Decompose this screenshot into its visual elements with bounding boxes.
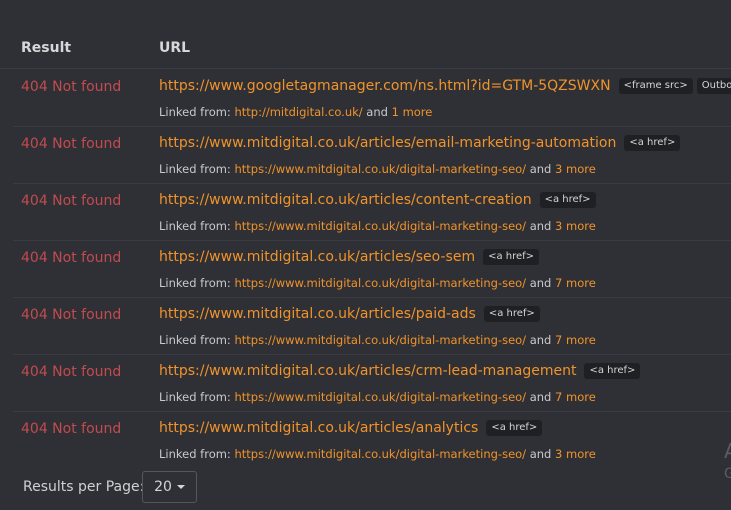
linked-from-link[interactable]: http://mitdigital.co.uk/ <box>234 105 362 119</box>
url-line: https://www.googletagmanager.com/ns.html… <box>159 78 731 94</box>
url-column-header: URL <box>159 40 191 56</box>
linked-from-label: Linked from: <box>159 105 231 119</box>
linked-from: Linked from: https://www.mitdigital.co.u… <box>159 162 596 176</box>
and-text: and <box>529 390 552 404</box>
and-text: and <box>366 105 388 119</box>
and-text: and <box>529 162 552 176</box>
result-status: 404 Not found <box>21 307 122 323</box>
results-per-page-value: 20 <box>154 479 172 495</box>
linked-from-label: Linked from: <box>159 276 231 290</box>
source-type-tag: <a href> <box>486 420 543 436</box>
linked-from-link[interactable]: https://www.mitdigital.co.uk/digital-mar… <box>234 333 526 347</box>
link-report-panel: Result URL 404 Not found https://www.goo… <box>0 0 731 510</box>
linked-from-label: Linked from: <box>159 162 231 176</box>
result-status: 404 Not found <box>21 79 122 95</box>
url-link[interactable]: https://www.mitdigital.co.uk/articles/em… <box>159 135 616 151</box>
results-per-page-select[interactable]: 20 <box>142 471 197 503</box>
table-row: 404 Not found https://www.mitdigital.co.… <box>13 241 731 298</box>
linked-from: Linked from: https://www.mitdigital.co.u… <box>159 333 596 347</box>
table-header: Result URL <box>0 38 731 69</box>
more-link[interactable]: 7 more <box>555 390 596 404</box>
more-link[interactable]: 7 more <box>555 276 596 290</box>
linked-from-label: Linked from: <box>159 333 231 347</box>
url-link[interactable]: https://www.mitdigital.co.uk/articles/se… <box>159 249 475 265</box>
linked-from-link[interactable]: https://www.mitdigital.co.uk/digital-mar… <box>234 219 526 233</box>
result-status: 404 Not found <box>21 250 122 266</box>
linked-from: Linked from: https://www.mitdigital.co.u… <box>159 447 596 461</box>
source-type-tag: <a href> <box>624 135 681 151</box>
table-row: 404 Not found https://www.mitdigital.co.… <box>13 184 731 241</box>
outbound-tag: Outbound <box>696 78 731 94</box>
linked-from: Linked from: http://mitdigital.co.uk/ an… <box>159 105 432 119</box>
more-link[interactable]: 1 more <box>392 105 433 119</box>
result-status: 404 Not found <box>21 364 122 380</box>
and-text: and <box>529 276 552 290</box>
result-status: 404 Not found <box>21 136 122 152</box>
source-type-tag: <a href> <box>539 192 596 208</box>
url-line: https://www.mitdigital.co.uk/articles/em… <box>159 135 681 151</box>
linked-from: Linked from: https://www.mitdigital.co.u… <box>159 390 596 404</box>
table-row: 404 Not found https://www.mitdigital.co.… <box>13 355 731 412</box>
url-link[interactable]: https://www.mitdigital.co.uk/articles/co… <box>159 192 532 208</box>
url-line: https://www.mitdigital.co.uk/articles/an… <box>159 420 543 436</box>
more-link[interactable]: 7 more <box>555 333 596 347</box>
table-row: 404 Not found https://www.mitdigital.co.… <box>13 412 731 468</box>
url-line: https://www.mitdigital.co.uk/articles/cr… <box>159 363 641 379</box>
result-column-header: Result <box>21 40 72 56</box>
more-link[interactable]: 3 more <box>555 219 596 233</box>
linked-from: Linked from: https://www.mitdigital.co.u… <box>159 276 596 290</box>
source-type-tag: <a href> <box>483 306 540 322</box>
table-row: 404 Not found https://www.googletagmanag… <box>13 70 731 127</box>
clipped-edge-glyph-small: G <box>724 466 731 482</box>
linked-from-link[interactable]: https://www.mitdigital.co.uk/digital-mar… <box>234 390 526 404</box>
more-link[interactable]: 3 more <box>555 162 596 176</box>
and-text: and <box>529 219 552 233</box>
linked-from-link[interactable]: https://www.mitdigital.co.uk/digital-mar… <box>234 447 526 461</box>
and-text: and <box>529 333 552 347</box>
source-type-tag: <a href> <box>483 249 540 265</box>
url-link[interactable]: https://www.mitdigital.co.uk/articles/an… <box>159 420 478 436</box>
linked-from-label: Linked from: <box>159 219 231 233</box>
url-line: https://www.mitdigital.co.uk/articles/co… <box>159 192 596 208</box>
table-row: 404 Not found https://www.mitdigital.co.… <box>13 298 731 355</box>
result-status: 404 Not found <box>21 421 122 437</box>
url-line: https://www.mitdigital.co.uk/articles/se… <box>159 249 540 265</box>
results-per-page-label: Results per Page: <box>23 479 145 495</box>
linked-from-link[interactable]: https://www.mitdigital.co.uk/digital-mar… <box>234 162 526 176</box>
url-link[interactable]: https://www.mitdigital.co.uk/articles/pa… <box>159 306 476 322</box>
table-row: 404 Not found https://www.mitdigital.co.… <box>13 127 731 184</box>
result-status: 404 Not found <box>21 193 122 209</box>
more-link[interactable]: 3 more <box>555 447 596 461</box>
clipped-edge-glyph: A <box>724 439 731 463</box>
linked-from: Linked from: https://www.mitdigital.co.u… <box>159 219 596 233</box>
url-line: https://www.mitdigital.co.uk/articles/pa… <box>159 306 540 322</box>
linked-from-label: Linked from: <box>159 390 231 404</box>
source-type-tag: <a href> <box>584 363 641 379</box>
caret-down-icon <box>176 485 185 489</box>
url-link[interactable]: https://www.mitdigital.co.uk/articles/cr… <box>159 363 576 379</box>
source-type-tag: <frame src> <box>618 78 693 94</box>
url-link[interactable]: https://www.googletagmanager.com/ns.html… <box>159 78 611 94</box>
linked-from-label: Linked from: <box>159 447 231 461</box>
linked-from-link[interactable]: https://www.mitdigital.co.uk/digital-mar… <box>234 276 526 290</box>
and-text: and <box>529 447 552 461</box>
